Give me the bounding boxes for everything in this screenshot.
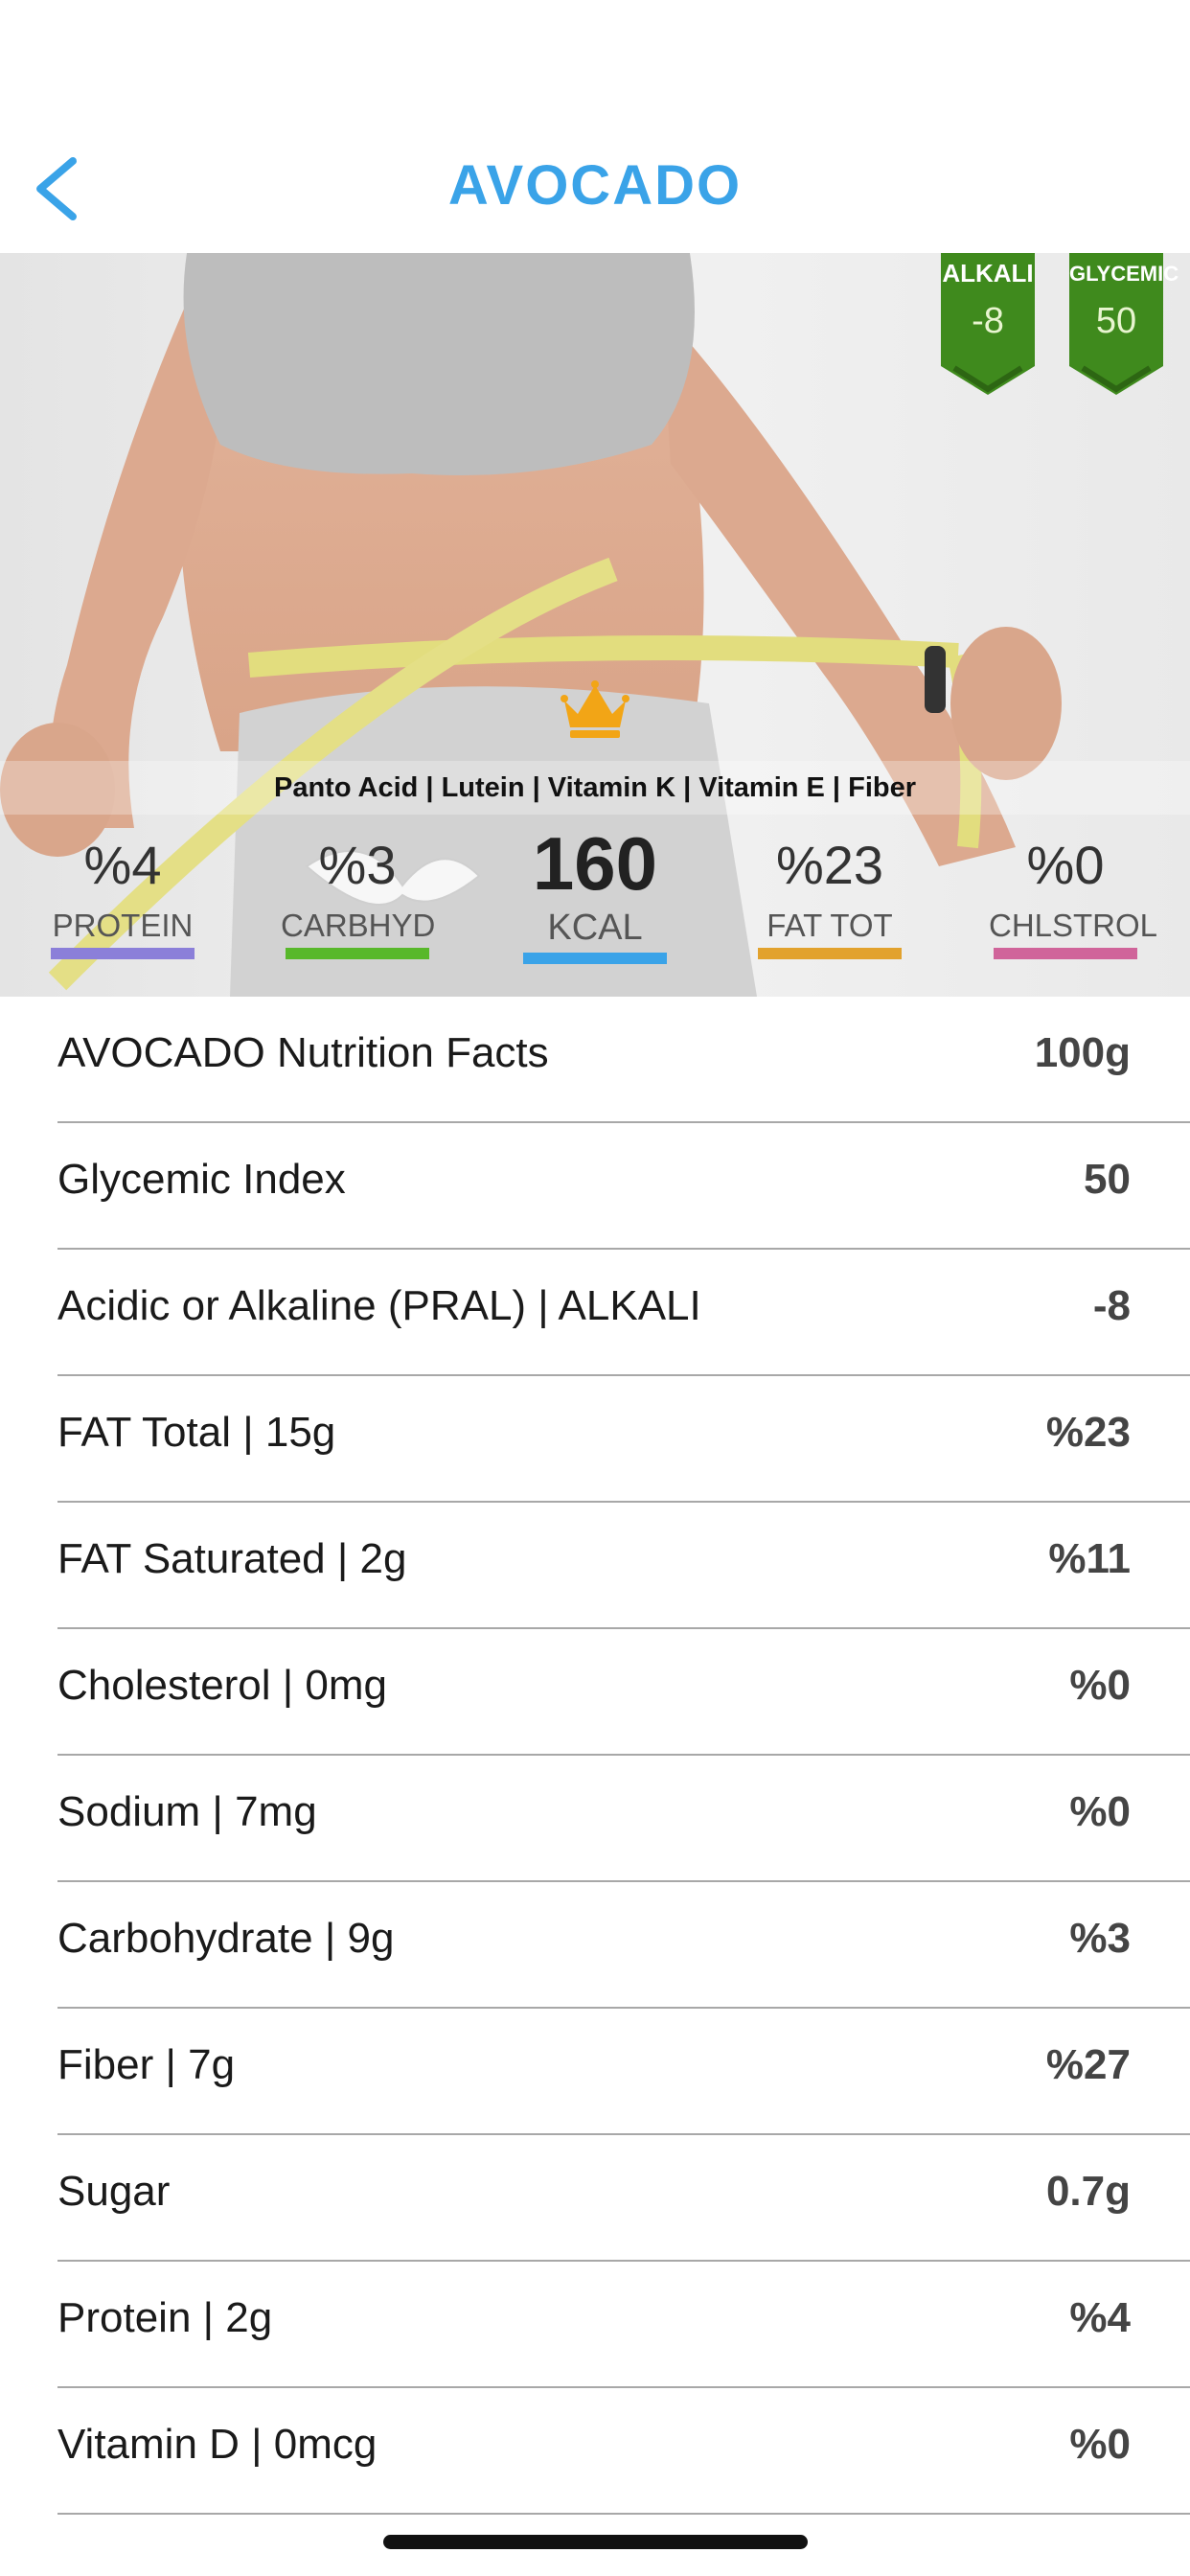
stat-cholesterol-bar [994,948,1137,959]
alkali-badge: ALKALI -8 [941,253,1035,397]
row-label: Sugar [57,2168,171,2215]
stat-carbhyd-label: CARBHYD [281,908,436,943]
table-row: FAT Saturated | 2g %11 [0,1503,1190,1629]
stat-carbhyd: %3 CARBHYD [281,834,436,959]
table-row: Sugar 0.7g [0,2135,1190,2262]
row-label: FAT Saturated | 2g [57,1535,407,1582]
stat-kcal-bar [523,953,667,964]
stat-cholesterol-value: %0 [1026,835,1105,895]
stat-kcal-label: KCAL [547,908,643,948]
glycemic-value: 50 [1095,301,1137,341]
row-value: %4 [1069,2294,1131,2341]
row-label: Cholesterol | 0mg [57,1662,388,1709]
minerals-strip: Panto Acid | Lutein | Vitamin K | Vitami… [0,761,1190,815]
table-row: AVOCADO Nutrition Facts 100g [0,997,1190,1123]
stat-cholesterol-label: CHLSTROL [989,908,1158,943]
row-label: FAT Total | 15g [57,1409,336,1456]
table-row: Fiber | 7g %27 [0,2009,1190,2135]
table-row: Carbohydrate | 9g %3 [0,1882,1190,2009]
stat-protein-value: %4 [83,835,162,895]
stat-protein-bar [51,948,195,959]
table-row: Vitamin D | 0mcg %0 [0,2388,1190,2515]
crown-icon[interactable] [561,679,629,739]
table-row: Glycemic Index 50 [0,1123,1190,1250]
stat-fat-bar [758,948,902,959]
row-value: -8 [1092,1282,1131,1329]
table-row: Cholesterol | 0mg %0 [0,1629,1190,1756]
stat-fat-label: FAT TOT [767,908,893,943]
row-value: %27 [1045,2041,1131,2088]
table-row: Acidic or Alkaline (PRAL) | ALKALI -8 [0,1250,1190,1376]
stat-protein-label: PROTEIN [52,908,194,943]
stat-kcal: 160 KCAL [518,821,672,964]
nav-header: AVOCADO [0,0,1190,253]
row-label: Protein | 2g [57,2294,273,2341]
glycemic-badge: GLYCEMIC 50 [1069,253,1179,397]
row-value: 0.7g [1045,2168,1131,2215]
row-label: Glycemic Index [57,1156,346,1203]
alkali-value: -8 [972,301,1004,341]
stat-cholesterol: %0 CHLSTROL [989,834,1158,959]
row-label: Vitamin D | 0mcg [57,2421,378,2468]
row-label: Fiber | 7g [57,2041,236,2088]
stat-kcal-value: 160 [532,821,658,906]
table-row: Protein | 2g %4 [0,2262,1190,2388]
stat-fat-value: %23 [775,835,884,895]
row-value: %0 [1069,1788,1131,1835]
stat-fat: %23 FAT TOT [753,834,906,959]
row-label: Acidic or Alkaline (PRAL) | ALKALI [57,1282,701,1329]
stat-carbhyd-value: %3 [318,835,397,895]
food-detail-screen: AVOCADO ALKALI -8 GLYCEMIC 50 Panto Acid… [0,0,1190,2576]
row-label: Carbohydrate | 9g [57,1915,395,1962]
home-indicator[interactable] [383,2535,808,2549]
stat-protein: %4 PROTEIN [46,834,199,959]
row-value: 50 [1084,1156,1131,1203]
row-label: Sodium | 7mg [57,1788,317,1835]
row-label: AVOCADO Nutrition Facts [57,1029,549,1076]
row-value: %11 [1048,1535,1131,1582]
table-row: FAT Total | 15g %23 [0,1376,1190,1503]
table-row: Sodium | 7mg %0 [0,1756,1190,1882]
hero-image: ALKALI -8 GLYCEMIC 50 Panto Acid | Lutei… [0,253,1190,997]
stat-carbhyd-bar [286,948,429,959]
row-divider [57,2513,1190,2515]
page-title: AVOCADO [447,154,743,217]
row-value: %0 [1069,1662,1131,1709]
alkali-label: ALKALI [942,259,1034,288]
row-value: %0 [1069,2421,1131,2468]
glycemic-label: GLYCEMIC [1069,262,1179,286]
row-value: 100g [1034,1029,1131,1076]
row-value: %3 [1069,1915,1131,1962]
row-value: %23 [1045,1409,1131,1456]
nutrition-table: AVOCADO Nutrition Facts 100g Glycemic In… [0,997,1190,2515]
